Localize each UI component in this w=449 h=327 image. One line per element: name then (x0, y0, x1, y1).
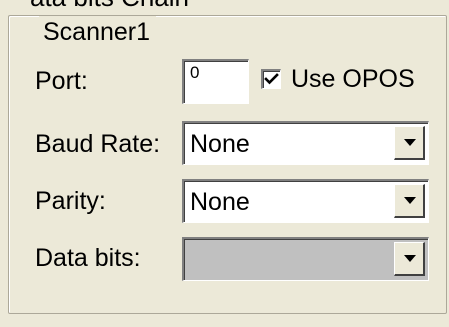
baud-rate-value: None (190, 130, 250, 158)
baud-rate-label: Baud Rate: (35, 130, 161, 158)
baud-rate-dropdown-button[interactable] (394, 126, 425, 160)
parity-dropdown-button[interactable] (394, 184, 425, 218)
parity-dropdown[interactable]: None (182, 179, 429, 223)
parity-value: None (190, 188, 250, 216)
use-opos-checkbox[interactable] (261, 69, 281, 89)
cropped-header-text: ata bits Chain (30, 0, 189, 13)
port-label: Port: (35, 67, 88, 95)
groupbox-title: Scanner1 (39, 16, 157, 48)
chevron-down-icon (404, 197, 416, 204)
data-bits-dropdown-button[interactable] (394, 242, 425, 276)
parity-label: Parity: (35, 187, 106, 215)
data-bits-dropdown[interactable] (182, 237, 429, 281)
chevron-down-icon (404, 255, 416, 262)
checkmark-icon (264, 73, 279, 85)
chevron-down-icon (404, 139, 416, 146)
baud-rate-dropdown[interactable]: None (182, 121, 429, 165)
port-input[interactable]: 0 (182, 59, 249, 104)
data-bits-label: Data bits: (35, 244, 141, 272)
port-value: 0 (190, 63, 200, 82)
use-opos-label[interactable]: Use OPOS (291, 64, 415, 94)
